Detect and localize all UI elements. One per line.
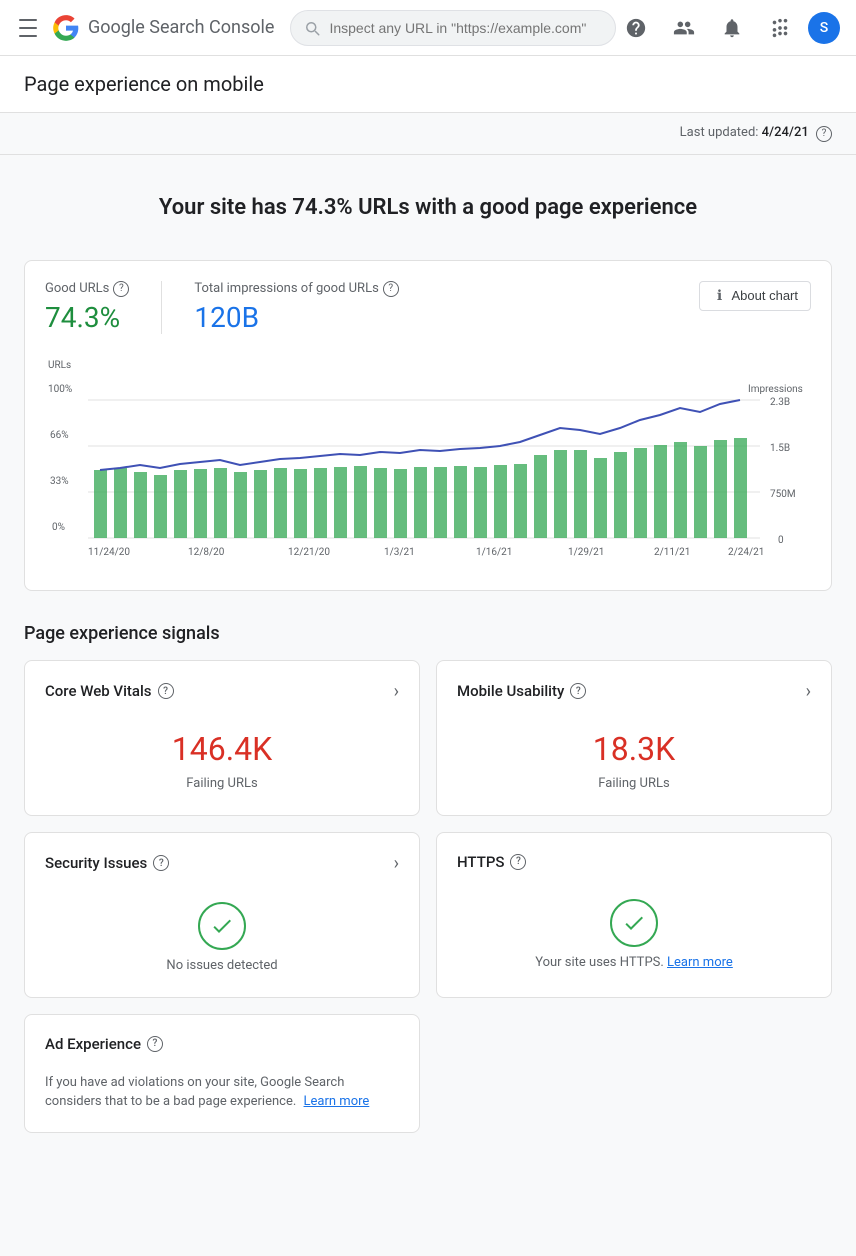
- page-title-bar: Page experience on mobile: [0, 56, 856, 113]
- app-header: Google Search Console S: [0, 0, 856, 56]
- signals-heading: Page experience signals: [24, 623, 832, 644]
- core-web-vitals-header: Core Web Vitals ? ›: [45, 681, 399, 702]
- svg-text:12/8/20: 12/8/20: [188, 547, 225, 558]
- help-button[interactable]: [616, 8, 656, 48]
- impressions-metric: Total impressions of good URLs ? 120B: [194, 281, 398, 334]
- avatar[interactable]: S: [808, 12, 840, 44]
- core-web-vitals-title: Core Web Vitals ?: [45, 682, 174, 700]
- core-web-vitals-body: 146.4K Failing URLs: [45, 722, 399, 795]
- https-body: Your site uses HTTPS. Learn more: [457, 891, 811, 974]
- good-urls-label: Good URLs ?: [45, 281, 129, 297]
- menu-icon[interactable]: [16, 16, 40, 40]
- mobile-usability-header: Mobile Usability ? ›: [457, 681, 811, 702]
- mobile-usability-card: Mobile Usability ? › 18.3K Failing URLs: [436, 660, 832, 816]
- security-status-text: No issues detected: [166, 958, 277, 973]
- ad-experience-card: Ad Experience ? If you have ad violation…: [24, 1014, 420, 1133]
- security-issues-link-icon[interactable]: ›: [394, 853, 399, 874]
- svg-text:2.3B: 2.3B: [770, 397, 790, 408]
- https-learn-more-link[interactable]: Learn more: [667, 955, 733, 970]
- chart-area: URLs 100% 66% 33% 0% Impressions 2.3B 1.…: [45, 350, 811, 570]
- signals-grid: Core Web Vitals ? › 146.4K Failing URLs …: [24, 660, 832, 998]
- core-web-vitals-card: Core Web Vitals ? › 146.4K Failing URLs: [24, 660, 420, 816]
- about-chart-button[interactable]: ℹ About chart: [699, 281, 812, 311]
- search-icon: [303, 19, 321, 37]
- https-help-icon[interactable]: ?: [510, 854, 526, 870]
- mobile-usability-link-icon[interactable]: ›: [806, 681, 811, 702]
- mobile-usability-title: Mobile Usability ?: [457, 682, 586, 700]
- last-updated-label: Last updated:: [680, 125, 759, 140]
- svg-text:11/24/20: 11/24/20: [88, 547, 130, 558]
- mobile-usability-label: Failing URLs: [598, 776, 669, 791]
- svg-text:URLs: URLs: [48, 360, 71, 371]
- https-card: HTTPS ? Your site uses HTTPS. Learn more: [436, 832, 832, 998]
- impressions-value: 120B: [194, 301, 398, 334]
- svg-text:750M: 750M: [770, 489, 796, 500]
- impressions-label: Total impressions of good URLs ?: [194, 281, 398, 297]
- app-name: Google Search Console: [88, 17, 274, 38]
- ad-experience-title: Ad Experience ?: [45, 1035, 163, 1053]
- notifications-button[interactable]: [712, 8, 752, 48]
- https-header: HTTPS ?: [457, 853, 811, 871]
- https-title: HTTPS ?: [457, 853, 526, 871]
- signals-section: Page experience signals Core Web Vitals …: [24, 623, 832, 1133]
- svg-text:1/3/21: 1/3/21: [384, 547, 415, 558]
- security-issues-header: Security Issues ? ›: [45, 853, 399, 874]
- search-bar[interactable]: [290, 10, 616, 46]
- core-web-vitals-help-icon[interactable]: ?: [158, 683, 174, 699]
- ad-experience-section: Ad Experience ? If you have ad violation…: [24, 1014, 420, 1133]
- impressions-help-icon[interactable]: ?: [383, 281, 399, 297]
- mobile-usability-body: 18.3K Failing URLs: [457, 722, 811, 795]
- security-issues-help-icon[interactable]: ?: [153, 855, 169, 871]
- svg-text:1.5B: 1.5B: [770, 443, 790, 454]
- chart-svg: URLs 100% 66% 33% 0% Impressions 2.3B 1.…: [45, 350, 811, 570]
- svg-text:2/11/21: 2/11/21: [654, 547, 690, 558]
- https-ok-icon: [610, 899, 658, 947]
- svg-text:12/21/20: 12/21/20: [288, 547, 330, 558]
- ad-experience-help-icon[interactable]: ?: [147, 1036, 163, 1052]
- security-ok-icon: [198, 902, 246, 950]
- last-updated-bar: Last updated: 4/24/21 ?: [0, 113, 856, 155]
- security-issues-body: No issues detected: [45, 894, 399, 977]
- page-title: Page experience on mobile: [24, 72, 832, 96]
- ad-experience-learn-more-link[interactable]: Learn more: [304, 1094, 370, 1109]
- chart-metrics: Good URLs ? 74.3% Total impressions of g…: [45, 281, 811, 334]
- svg-text:2/24/21: 2/24/21: [728, 547, 764, 558]
- ad-experience-header: Ad Experience ?: [45, 1035, 399, 1053]
- mobile-usability-help-icon[interactable]: ?: [570, 683, 586, 699]
- good-urls-help-icon[interactable]: ?: [113, 281, 129, 297]
- ad-experience-description: If you have ad violations on your site, …: [45, 1073, 399, 1112]
- hero-heading: Your site has 74.3% URLs with a good pag…: [24, 179, 832, 236]
- last-updated-help-icon[interactable]: ?: [816, 126, 832, 142]
- search-input[interactable]: [329, 20, 603, 36]
- svg-text:66%: 66%: [50, 430, 69, 441]
- app-logo: Google Search Console: [52, 14, 274, 42]
- https-status-text: Your site uses HTTPS. Learn more: [535, 955, 733, 970]
- core-web-vitals-label: Failing URLs: [186, 776, 257, 791]
- manage-users-button[interactable]: [664, 8, 704, 48]
- security-issues-card: Security Issues ? › No issues detected: [24, 832, 420, 998]
- security-issues-title: Security Issues ?: [45, 854, 169, 872]
- last-updated-date: 4/24/21: [762, 125, 809, 140]
- good-urls-metric: Good URLs ? 74.3%: [45, 281, 129, 334]
- good-urls-value: 74.3%: [45, 301, 129, 334]
- metric-divider: [161, 281, 162, 334]
- svg-text:Impressions: Impressions: [748, 384, 803, 395]
- header-actions: S: [616, 8, 840, 48]
- svg-text:100%: 100%: [48, 384, 72, 395]
- main-content: Your site has 74.3% URLs with a good pag…: [0, 155, 856, 1157]
- apps-button[interactable]: [760, 8, 800, 48]
- info-icon: ℹ: [712, 288, 728, 304]
- chart-card: Good URLs ? 74.3% Total impressions of g…: [24, 260, 832, 591]
- svg-text:0%: 0%: [52, 522, 65, 533]
- core-web-vitals-link-icon[interactable]: ›: [394, 681, 399, 702]
- svg-text:1/29/21: 1/29/21: [568, 547, 604, 558]
- core-web-vitals-count: 146.4K: [172, 730, 272, 768]
- svg-text:33%: 33%: [50, 476, 69, 487]
- svg-text:1/16/21: 1/16/21: [476, 547, 512, 558]
- mobile-usability-count: 18.3K: [593, 730, 675, 768]
- google-logo-icon: [52, 14, 80, 42]
- svg-text:0: 0: [778, 535, 784, 546]
